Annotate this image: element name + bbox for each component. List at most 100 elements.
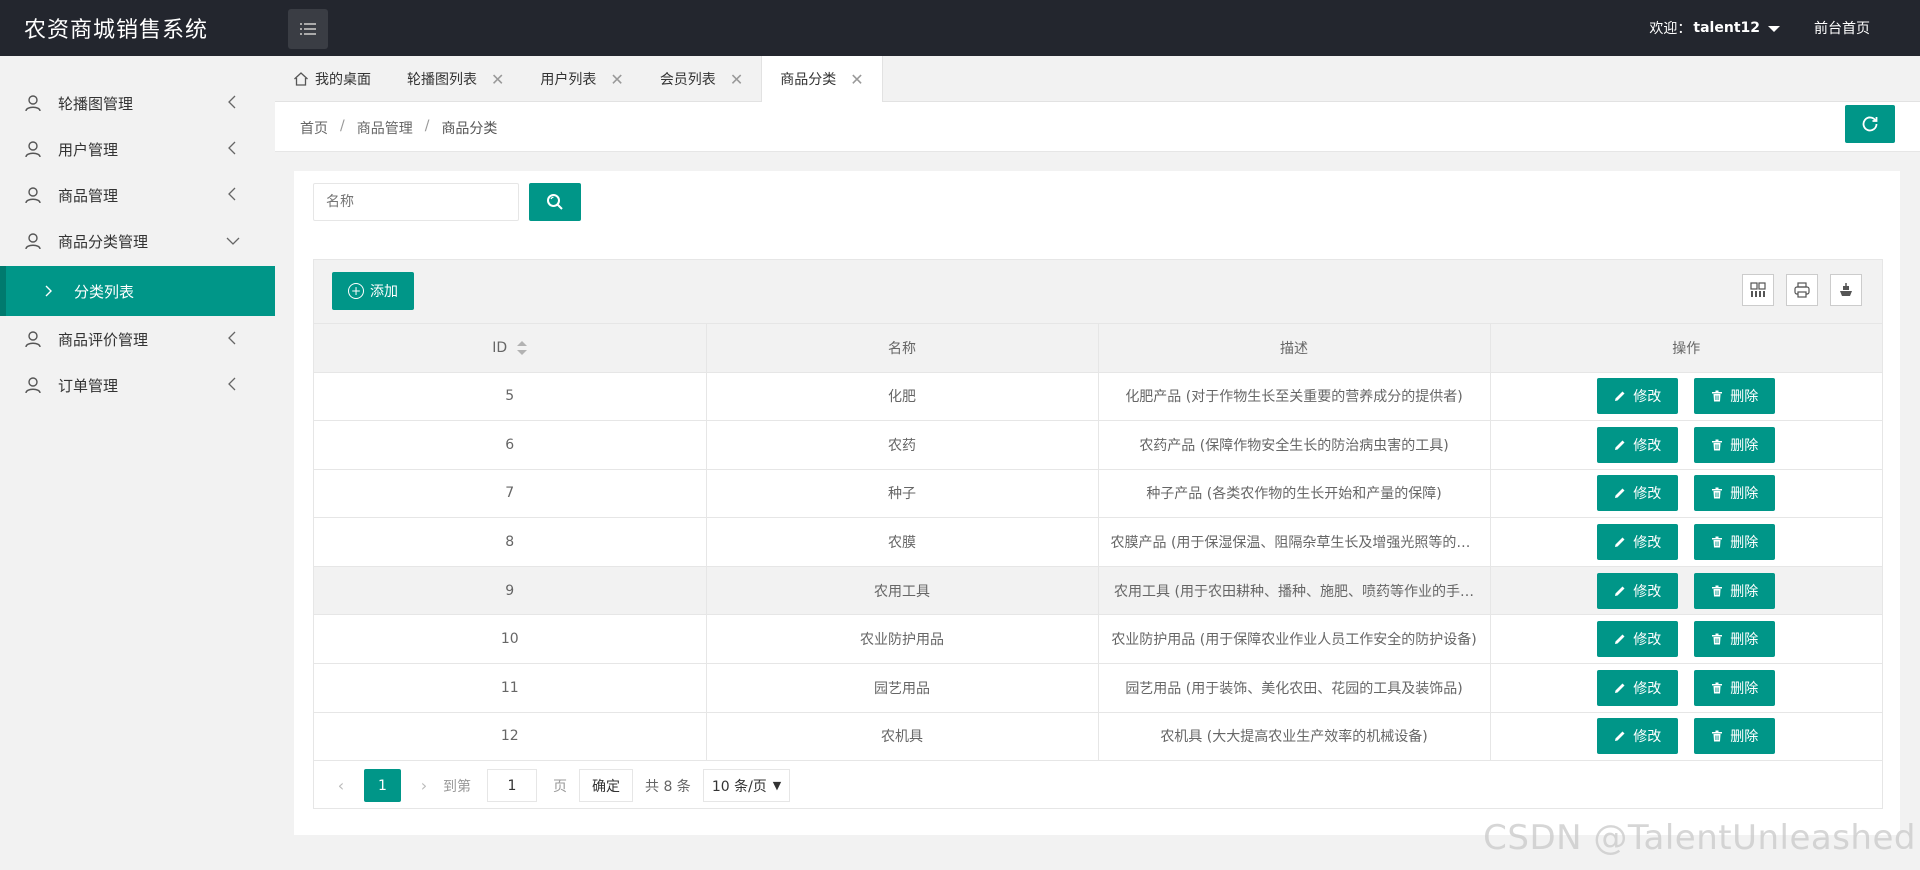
table-row: 6 农药 农药产品 (保障作物安全生长的防治病虫害的工具) 修改 删除 [314,420,1882,470]
print-button[interactable] [1786,274,1818,306]
sidebar-item[interactable]: 商品分类管理 [0,218,275,264]
tab[interactable]: 我的桌面 [275,56,389,102]
cell-actions: 修改 删除 [1490,469,1882,519]
edit-icon [1615,440,1625,450]
sidebar-item[interactable]: 用户管理 [0,126,275,172]
cell-id: 10 [314,614,707,665]
columns-filter-button[interactable] [1742,274,1774,306]
column-header-actions: 操作 [1490,324,1882,373]
goto-confirm-button[interactable]: 确定 [579,769,633,803]
next-page-icon[interactable]: › [413,776,435,795]
table-row: 8 农膜 农膜产品 (用于保湿保温、阻隔杂草生长及增强光照等的农… 修改 删除 [314,517,1882,567]
edit-icon [1615,683,1625,693]
breadcrumb-current: 商品分类 [441,121,498,137]
close-icon[interactable]: ✕ [850,70,863,89]
edit-icon [1615,391,1625,402]
edit-button-label: 修改 [1633,583,1662,600]
content-card: + 添加 [294,171,1900,835]
plus-circle-icon: + [348,283,364,299]
delete-button[interactable]: 删除 [1694,524,1776,561]
table-row: 10 农业防护用品 农业防护用品 (用于保障农业作业人员工作安全的防护设备) 修改 删除 [314,614,1882,665]
top-header: 农资商城销售系统 欢迎： talent12 前台首页 [0,0,1920,56]
cell-id: 6 [314,420,707,470]
cell-id: 8 [314,517,707,567]
breadcrumb-level2[interactable]: 商品管理 [357,118,413,138]
export-button[interactable] [1830,274,1862,306]
table-row: 12 农机具 农机具 (大大提高农业生产效率的机械设备) 修改 删除 [314,712,1882,762]
sidebar-subitem-category-list[interactable]: 分类列表 [0,266,275,316]
edit-button[interactable]: 修改 [1597,475,1679,512]
delete-button-label: 删除 [1730,535,1759,552]
tab[interactable]: 会员列表 ✕ [642,56,761,102]
page-label: 页 [553,778,567,795]
delete-button[interactable]: 删除 [1694,572,1776,609]
search-button[interactable] [529,183,581,221]
total-count: 共 8 条 [645,778,691,795]
search-icon [547,194,563,210]
chevron-left-icon [228,95,236,109]
edit-button[interactable]: 修改 [1597,572,1679,609]
delete-button[interactable]: 删除 [1694,475,1776,512]
sidebar-item-label: 商品评价管理 [58,330,149,349]
cell-description: 化肥产品 (对于作物生长至关重要的营养成分的提供者) [1098,372,1491,422]
data-table: + 添加 ID 名称 描述 操作 5 化肥 化肥产品 (对于作物生长至关重要的营… [313,259,1883,809]
menu-toggle-button[interactable] [288,9,328,49]
delete-button-label: 删除 [1730,729,1759,746]
close-icon[interactable]: ✕ [610,70,623,89]
columns-icon [1750,282,1766,297]
cell-name: 农药 [706,420,1099,470]
column-header-id[interactable]: ID [314,324,707,373]
cell-description: 农机具 (大大提高农业生产效率的机械设备) [1098,712,1491,762]
edit-icon [1615,731,1625,742]
user-icon [25,141,41,158]
edit-button[interactable]: 修改 [1597,621,1679,658]
breadcrumb-separator: / [340,118,345,134]
goto-label: 到第 [443,778,471,795]
edit-icon [1615,586,1625,596]
edit-button[interactable]: 修改 [1597,426,1679,463]
sidebar-item[interactable]: 商品评价管理 [0,316,275,362]
goto-page-input[interactable]: 1 [487,769,537,803]
print-icon [1794,282,1810,298]
delete-button[interactable]: 删除 [1694,718,1776,755]
close-icon[interactable]: ✕ [491,70,504,89]
edit-button[interactable]: 修改 [1597,669,1679,706]
edit-icon [1615,488,1625,499]
table-row: 11 园艺用品 园艺用品 (用于装饰、美化农田、花园的工具及装饰品) 修改 删除 [314,663,1882,713]
pagination: ‹ 1 › 到第 1 页 确定 共 8 条 10 条/页 ▼ [314,761,1882,810]
edit-button[interactable]: 修改 [1597,524,1679,561]
delete-button-label: 删除 [1730,437,1759,454]
edit-button[interactable]: 修改 [1597,378,1679,415]
close-icon[interactable]: ✕ [730,70,743,89]
sidebar-item[interactable]: 轮播图管理 [0,80,275,126]
cell-name: 种子 [706,469,1099,519]
edit-button[interactable]: 修改 [1597,718,1679,755]
delete-button[interactable]: 删除 [1694,378,1776,415]
tab[interactable]: 用户列表 ✕ [522,56,641,102]
add-button[interactable]: + 添加 [332,272,414,310]
delete-button[interactable]: 删除 [1694,621,1776,658]
search-input[interactable] [313,183,519,221]
tab-label: 商品分类 [780,72,837,88]
page-1-button[interactable]: 1 [364,769,401,803]
delete-button[interactable]: 删除 [1694,426,1776,463]
sidebar: 轮播图管理 用户管理 商品管理 商品分类管理 分类列表商品评价管理订单管理 [0,56,275,870]
home-link[interactable]: 前台首页 [1814,18,1870,38]
sidebar-item[interactable]: 商品管理 [0,172,275,218]
page-size-select[interactable]: 10 条/页 ▼ [702,769,791,803]
cell-actions: 修改 删除 [1490,372,1882,422]
cell-id: 9 [314,566,707,616]
prev-page-icon[interactable]: ‹ [330,776,352,795]
refresh-button[interactable] [1845,105,1895,143]
tab[interactable]: 商品分类 ✕ [761,56,883,102]
tab[interactable]: 轮播图列表 ✕ [389,56,522,102]
edit-button-label: 修改 [1633,729,1662,746]
breadcrumb-home[interactable]: 首页 [300,118,328,138]
delete-button[interactable]: 删除 [1694,669,1776,706]
user-menu[interactable]: 欢迎： talent12 [1649,18,1780,38]
sidebar-item[interactable]: 订单管理 [0,362,275,408]
cell-name: 园艺用品 [706,663,1099,713]
trash-icon [1712,682,1723,694]
sort-icon[interactable] [517,340,528,355]
chevron-left-icon [228,331,236,345]
